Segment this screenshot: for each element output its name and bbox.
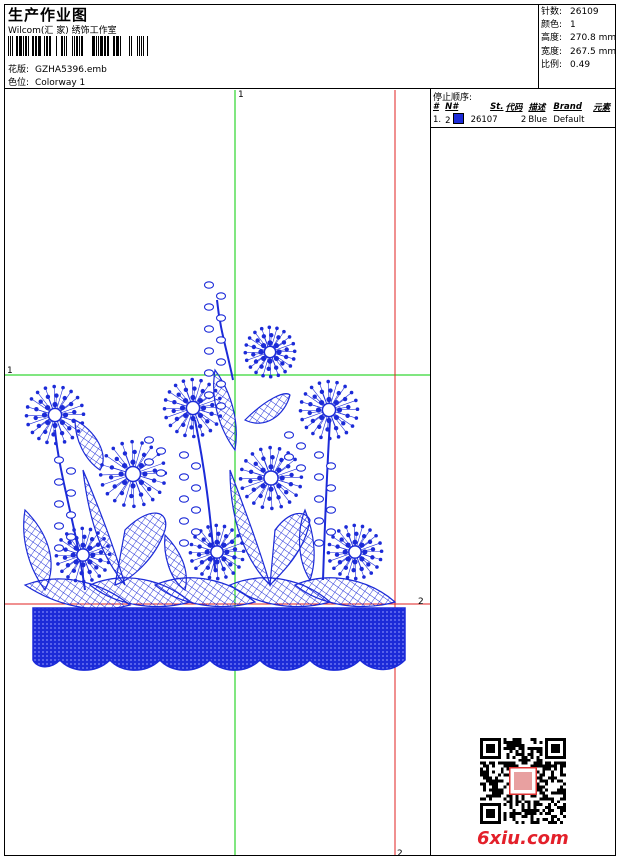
row-needle: 2 <box>444 113 469 126</box>
embroidery-motif <box>23 299 406 671</box>
col-description: 描述 <box>528 103 546 113</box>
col-stitches: St. <box>490 102 504 112</box>
qr-code <box>480 738 566 824</box>
green-top-label: 1 <box>238 90 244 100</box>
green-left-label: 1 <box>7 366 13 376</box>
stat-height: 高度: 270.8 mm <box>541 33 617 44</box>
row-stitches: 26107 <box>470 114 498 125</box>
col-index: # <box>433 102 439 112</box>
col-brand: Brand <box>553 102 582 112</box>
stat-colors: 颜色: 1 <box>541 20 576 31</box>
page-title: 生产作业图 <box>8 6 89 24</box>
table-row: 1. 2 26107 2 Blue Default <box>432 113 615 126</box>
flower-heads <box>24 325 384 584</box>
col-needle: N# <box>445 102 459 112</box>
barcode <box>8 36 148 56</box>
row-description: Blue <box>528 114 548 125</box>
row-code: 2 <box>520 114 527 125</box>
table-header-row: # N# St. 代码 描述 Brand 元素 <box>432 101 615 113</box>
design-stats: 针数: 26109 颜色: 1 高度: 270.8 mm 宽度: 267.5 mm 比例… <box>541 6 616 72</box>
stat-stitches: 针数: 26109 <box>541 7 599 17</box>
company-name: Wilcom(汇 家) 绣饰工作室 <box>8 26 117 36</box>
design-file-row: 花版: GZHA5396.emb <box>8 62 107 75</box>
stop-table-divider <box>430 127 616 128</box>
embroidery-design-preview: 1 1 2 2 <box>5 90 430 855</box>
row-index: 1. <box>433 114 442 125</box>
red-bottom-label: 2 <box>397 849 403 855</box>
col-code: 代码 <box>505 103 523 113</box>
design-file-label: 花版: <box>8 65 30 75</box>
thread-color-swatch <box>453 113 465 124</box>
colorway-name: Colorway 1 <box>35 78 86 88</box>
design-panel-divider <box>430 88 431 856</box>
stat-scale: 比例: 0.49 <box>541 59 591 70</box>
site-logo: 6xiu.com <box>477 828 569 849</box>
stat-width: 宽度: 267.5 mm <box>541 46 617 57</box>
row-element <box>592 113 615 126</box>
red-right-label: 2 <box>418 597 424 607</box>
header-divider <box>4 88 616 89</box>
header-stats-divider <box>538 4 539 88</box>
col-element: 元素 <box>593 103 611 113</box>
colorway-row: 色位: Colorway 1 <box>8 75 85 88</box>
row-brand: Default <box>553 114 585 125</box>
colorway-label: 色位: <box>8 78 30 88</box>
design-file-name: GZHA5396.emb <box>35 65 107 75</box>
stop-sequence-table: # N# St. 代码 描述 Brand 元素 1. 2 26107 2 Blu… <box>432 101 615 126</box>
